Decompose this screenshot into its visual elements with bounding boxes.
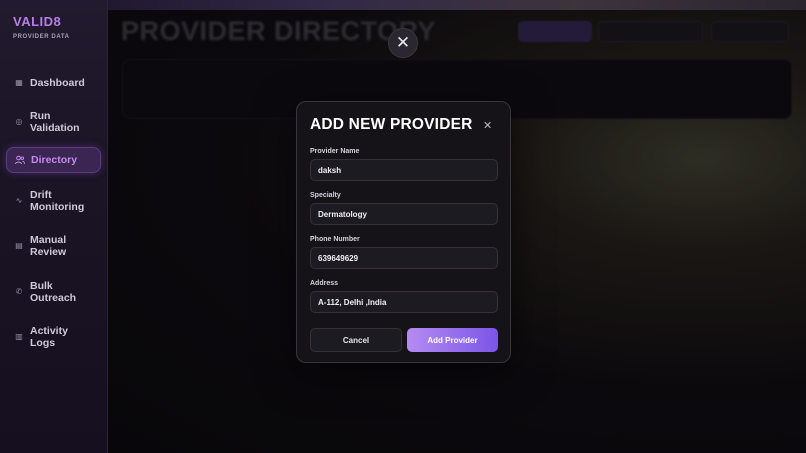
- sidebar-item-label: Manual Review: [30, 234, 67, 258]
- address-input[interactable]: [310, 291, 498, 313]
- sidebar-item-manual-review[interactable]: ▤ Manual Review: [6, 230, 101, 262]
- cancel-button[interactable]: Cancel: [310, 328, 402, 352]
- sidebar-item-directory[interactable]: Directory: [6, 147, 101, 173]
- close-overlay-button[interactable]: ✕: [388, 28, 418, 58]
- specialty-input[interactable]: [310, 203, 498, 225]
- sidebar-item-activity-logs[interactable]: ▥ Activity Logs: [6, 321, 101, 353]
- sidebar-item-label: Directory: [31, 154, 78, 166]
- sidebar-item-label: Bulk Outreach: [30, 280, 77, 304]
- specialty-label: Specialty: [310, 192, 341, 199]
- provider-name-label: Provider Name: [310, 148, 360, 155]
- add-provider-modal: ADD NEW PROVIDER ✕ Provider Name Special…: [296, 101, 511, 363]
- target-icon: ◎: [15, 117, 23, 126]
- close-icon: ✕: [483, 120, 493, 132]
- brand-logo: VALID8: [13, 14, 62, 29]
- sidebar-item-drift-monitoring[interactable]: ∿ Drift Monitoring: [6, 185, 101, 217]
- modal-title: ADD NEW PROVIDER: [310, 116, 473, 133]
- sidebar-item-run-validation[interactable]: ◎ Run Validation: [6, 106, 101, 138]
- phone-number-input[interactable]: [310, 247, 498, 269]
- provider-name-input[interactable]: [310, 159, 498, 181]
- address-label: Address: [310, 280, 339, 287]
- modal-close-button[interactable]: ✕: [483, 119, 492, 132]
- pulse-icon: ∿: [15, 196, 23, 205]
- sidebar-item-bulk-outreach[interactable]: ✆ Bulk Outreach: [6, 276, 101, 308]
- brand-subtitle: PROVIDER DATA: [13, 34, 70, 40]
- sidebar-item-label: Dashboard: [30, 77, 85, 89]
- document-icon: ▤: [15, 241, 23, 250]
- phone-number-label: Phone Number: [310, 236, 360, 243]
- clipboard-icon: ▥: [15, 332, 23, 341]
- close-icon: ✕: [395, 33, 411, 52]
- sidebar-item-label: Activity Logs: [30, 325, 68, 349]
- sidebar-item-label: Drift Monitoring: [30, 189, 85, 213]
- sidebar-item-label: Run Validation: [30, 110, 80, 134]
- users-icon: [15, 155, 25, 165]
- phone-icon: ✆: [15, 287, 23, 296]
- grid-icon: ▦: [15, 78, 23, 87]
- add-provider-button[interactable]: Add Provider: [407, 328, 498, 352]
- sidebar-item-dashboard[interactable]: ▦ Dashboard: [6, 73, 101, 93]
- sidebar: VALID8 PROVIDER DATA ▦ Dashboard ◎ Run V…: [0, 0, 108, 453]
